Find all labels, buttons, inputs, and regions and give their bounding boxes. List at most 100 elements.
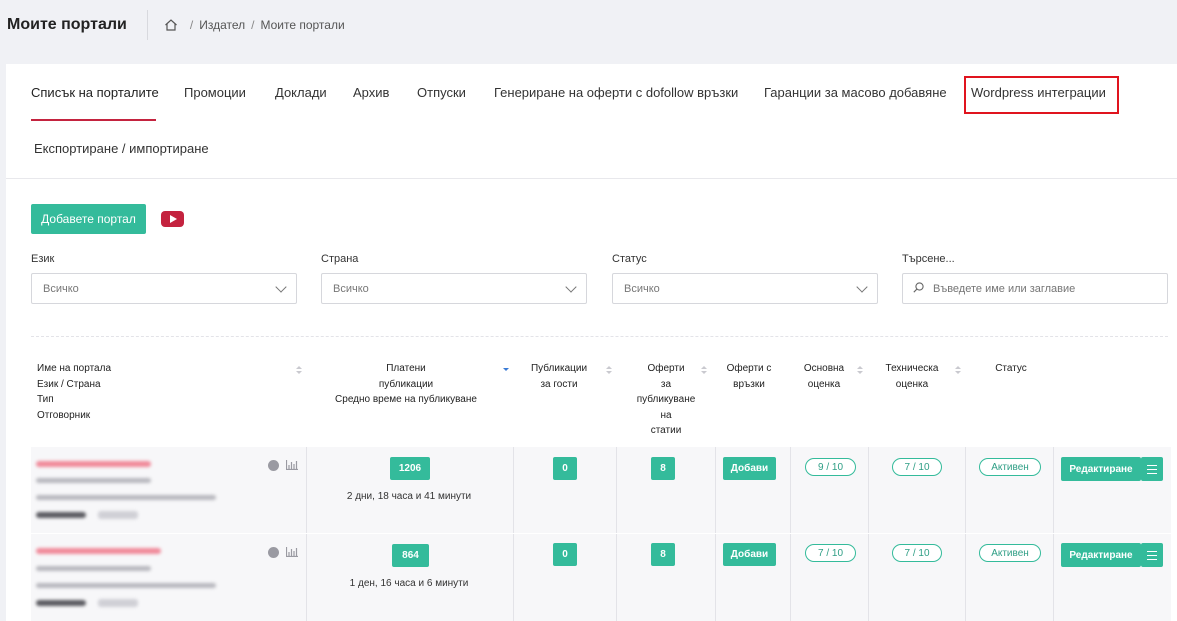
divider: [513, 447, 514, 533]
divider: [616, 534, 617, 621]
chevron-down-icon: [275, 281, 287, 293]
tech-score-badge: 7 / 10: [892, 458, 942, 476]
portal-lang-country: [36, 566, 151, 571]
portal-manager: [98, 511, 138, 519]
divider: [965, 447, 966, 533]
tab-dofollow-offers[interactable]: Генериране на оферти с dofollow връзки: [494, 85, 738, 100]
breadcrumb: / Издател / Моите портали: [164, 18, 345, 32]
divider: [146, 10, 148, 40]
menu-icon[interactable]: [1141, 543, 1163, 567]
tab-export-import[interactable]: Експортиране / импортиране: [34, 141, 209, 156]
col-header-status: Статус: [995, 363, 1027, 374]
page-title: Моите портали: [7, 16, 127, 33]
breadcrumb-separator: /: [189, 18, 194, 32]
tab-vacations[interactable]: Отпуски: [417, 85, 466, 100]
divider: [790, 447, 791, 533]
portal-type: [36, 583, 216, 588]
guest-publications-badge[interactable]: 0: [553, 457, 577, 480]
language-select-value: Всичко: [43, 283, 79, 295]
offers-badge[interactable]: 8: [651, 457, 675, 480]
chevron-down-icon: [856, 281, 868, 293]
tab-bulk-guarantees[interactable]: Гаранции за масово добавяне: [764, 85, 947, 100]
divider: [715, 534, 716, 621]
youtube-icon[interactable]: [161, 211, 184, 227]
divider: [1053, 534, 1054, 621]
wordpress-icon[interactable]: [268, 460, 279, 471]
add-portal-button[interactable]: Добавете портал: [31, 204, 146, 234]
breadcrumb-current: Моите портали: [260, 18, 345, 32]
paid-publications-badge[interactable]: 1206: [390, 457, 430, 480]
sort-icon[interactable]: [606, 366, 612, 374]
offers-badge[interactable]: 8: [651, 543, 675, 566]
country-select[interactable]: Всичко: [321, 273, 587, 304]
tab-reports[interactable]: Доклади: [275, 85, 327, 100]
tab-bar: Списък на порталите Промоции Доклади Арх…: [6, 64, 1177, 179]
col-header-name[interactable]: Име на портала Език / Страна Тип Отговорник: [37, 361, 111, 423]
portal-lang-country: [36, 478, 151, 483]
sort-desc-icon[interactable]: [503, 366, 509, 374]
col-header-base-score[interactable]: Основна оценка: [796, 361, 852, 392]
divider: [790, 534, 791, 621]
avg-publish-time: 1 ден, 16 часа и 6 минути: [349, 578, 469, 589]
divider: [965, 534, 966, 621]
tab-archive[interactable]: Архив: [353, 85, 389, 100]
chevron-down-icon: [565, 281, 577, 293]
col-header-tech-score[interactable]: Техническа оценка: [878, 361, 946, 392]
search-input[interactable]: [902, 273, 1168, 304]
menu-icon[interactable]: [1141, 457, 1163, 481]
paid-publications-badge[interactable]: 864: [392, 544, 429, 567]
home-icon[interactable]: [164, 18, 178, 32]
base-score-badge: 9 / 10: [805, 458, 856, 476]
divider: [31, 336, 1168, 337]
wordpress-icon[interactable]: [268, 547, 279, 558]
divider: [1053, 447, 1054, 533]
portal-manager: [98, 599, 138, 607]
divider: [715, 447, 716, 533]
stats-icon[interactable]: [286, 460, 298, 470]
sort-icon[interactable]: [955, 366, 961, 374]
sort-icon[interactable]: [701, 366, 707, 374]
tech-score-badge: 7 / 10: [892, 544, 942, 562]
col-header-offers-links: Оферти с връзки: [726, 363, 772, 390]
search-label: Търсене...: [902, 253, 955, 265]
tab-portal-list[interactable]: Списък на порталите: [31, 85, 159, 100]
sort-icon[interactable]: [857, 366, 863, 374]
avg-publish-time: 2 дни, 18 часа и 41 минути: [346, 491, 472, 502]
top-bar: Моите портали / Издател / Моите портали: [0, 0, 1177, 50]
portal-rating: [36, 600, 86, 606]
status-select[interactable]: Всичко: [612, 273, 878, 304]
add-link-offer-button[interactable]: Добави: [723, 457, 776, 480]
main-card: Списък на порталите Промоции Доклади Арх…: [6, 64, 1177, 621]
status-select-value: Всичко: [624, 283, 660, 295]
portal-name-link[interactable]: [36, 461, 151, 467]
country-select-value: Всичко: [333, 283, 369, 295]
base-score-badge: 7 / 10: [805, 544, 856, 562]
divider: [868, 534, 869, 621]
col-header-paid[interactable]: Платени публикации Средно време на публику…: [306, 361, 506, 408]
status-badge: Активен: [979, 458, 1041, 476]
edit-button[interactable]: Редактиране: [1061, 457, 1141, 481]
divider: [616, 447, 617, 533]
col-header-offers[interactable]: Оферти за публикуване на статии: [626, 361, 706, 439]
breadcrumb-separator: /: [251, 18, 255, 32]
breadcrumb-publisher[interactable]: Издател: [199, 18, 245, 32]
status-label: Статус: [612, 253, 647, 265]
sort-icon[interactable]: [296, 366, 302, 374]
divider: [513, 534, 514, 621]
portal-rating: [36, 512, 86, 518]
status-badge: Активен: [979, 544, 1041, 562]
portal-name-link[interactable]: [36, 548, 161, 554]
country-label: Страна: [321, 253, 359, 265]
guest-publications-badge[interactable]: 0: [553, 543, 577, 566]
stats-icon[interactable]: [286, 547, 298, 557]
highlight-box: [964, 76, 1119, 114]
active-tab-indicator: [31, 119, 156, 121]
tab-promotions[interactable]: Промоции: [184, 85, 246, 100]
edit-button[interactable]: Редактиране: [1061, 543, 1141, 567]
language-select[interactable]: Всичко: [31, 273, 297, 304]
language-label: Език: [31, 253, 55, 265]
add-link-offer-button[interactable]: Добави: [723, 543, 776, 566]
divider: [306, 447, 307, 533]
portal-type: [36, 495, 216, 500]
col-header-guest[interactable]: Публикации за гости: [524, 361, 594, 392]
